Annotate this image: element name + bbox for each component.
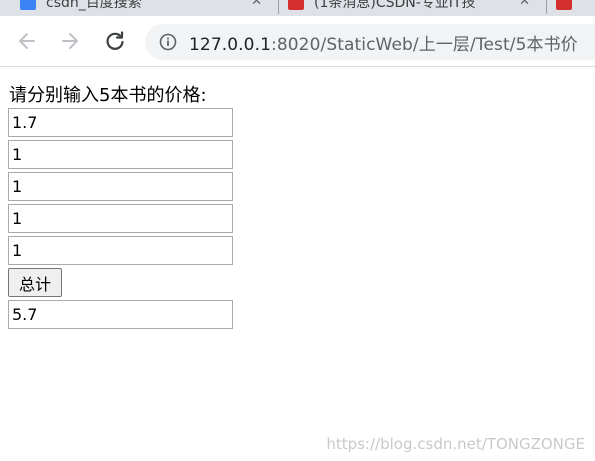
back-button[interactable] xyxy=(12,26,42,56)
csdn-favicon-icon xyxy=(556,0,572,10)
csdn-favicon-icon xyxy=(288,0,304,10)
reload-icon xyxy=(106,31,124,50)
browser-toolbar: 127.0.0.1:8020/StaticWeb/上一层/Test/5本书价 xyxy=(0,16,595,67)
url-host: 127.0.0.1 xyxy=(189,34,272,55)
tab-csdn[interactable]: (1条消息)CSDN-专业IT技 ✕ xyxy=(288,0,540,14)
total-output-field[interactable] xyxy=(8,300,233,329)
tab-title: (1条消息)CSDN-专业IT技 xyxy=(314,0,476,11)
address-bar[interactable]: 127.0.0.1:8020/StaticWeb/上一层/Test/5本书价 xyxy=(145,24,595,60)
url-path: :8020/StaticWeb/上一层/Test/5本书价 xyxy=(271,34,578,55)
tab-title: csdn_百度搜索 xyxy=(46,0,142,11)
price-input-5[interactable] xyxy=(8,236,233,265)
price-prompt-label: 请分别输入5本书的价格: xyxy=(9,85,207,106)
tab-csdn-2[interactable] xyxy=(556,0,595,14)
watermark: https://blog.csdn.net/TONGZONGE xyxy=(326,435,585,453)
price-input-3[interactable] xyxy=(8,172,233,201)
url-text[interactable]: 127.0.0.1:8020/StaticWeb/上一层/Test/5本书价 xyxy=(189,30,578,55)
page-content: 请分别输入5本书的价格: 总计 xyxy=(0,68,595,461)
tab-separator xyxy=(546,0,547,14)
baidu-favicon-icon xyxy=(20,0,36,10)
tab-separator xyxy=(278,0,279,14)
browser-window: csdn_百度搜索 ✕ (1条消息)CSDN-专业IT技 ✕ 127.0.0.1… xyxy=(0,0,595,461)
price-input-4[interactable] xyxy=(8,204,233,233)
tab-strip: csdn_百度搜索 ✕ (1条消息)CSDN-专业IT技 ✕ xyxy=(0,0,595,16)
tab-baidu-search[interactable]: csdn_百度搜索 ✕ xyxy=(20,0,272,14)
total-button[interactable]: 总计 xyxy=(8,268,63,297)
tab-close-icon[interactable]: ✕ xyxy=(251,0,262,9)
info-icon[interactable] xyxy=(159,33,177,51)
arrow-right-icon xyxy=(62,33,78,49)
price-input-1[interactable] xyxy=(8,108,233,137)
arrow-left-icon xyxy=(19,33,35,49)
tab-close-icon[interactable]: ✕ xyxy=(519,0,530,9)
forward-button[interactable] xyxy=(55,26,85,56)
price-input-2[interactable] xyxy=(8,140,233,169)
reload-button[interactable] xyxy=(100,26,130,56)
